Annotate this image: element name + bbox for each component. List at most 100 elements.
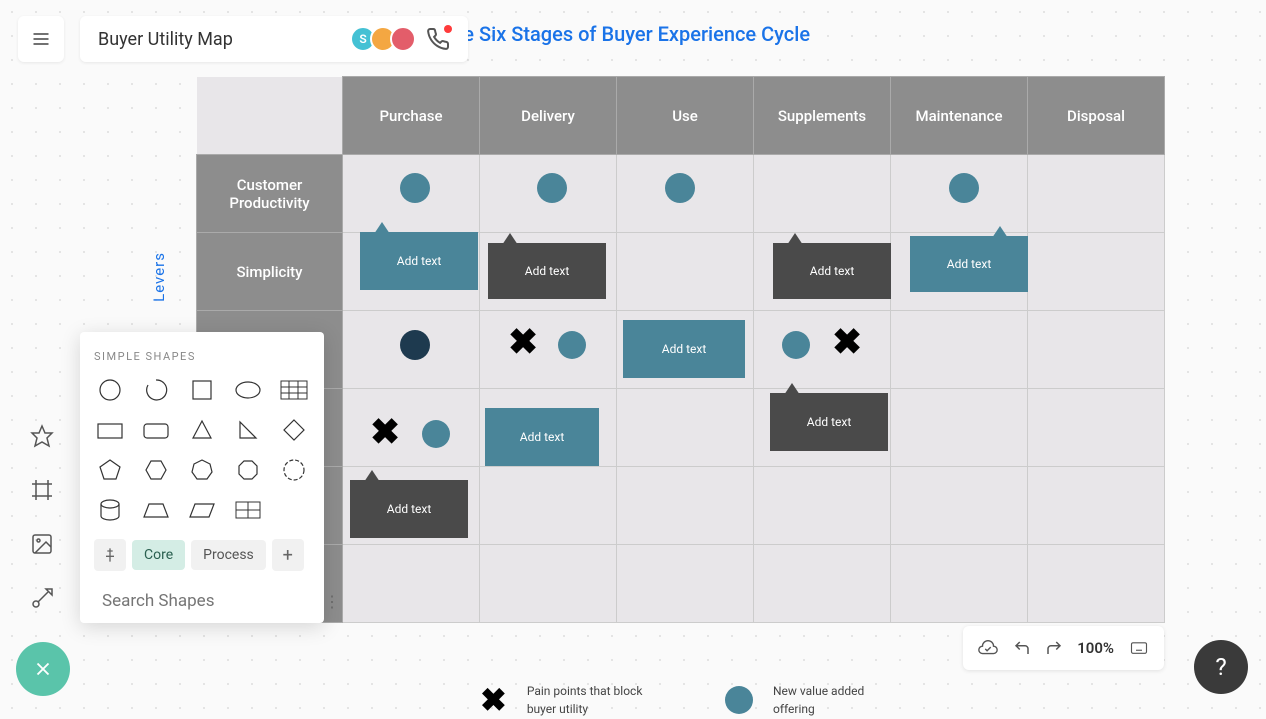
- cell[interactable]: [343, 545, 480, 623]
- shape-diamond[interactable]: [278, 417, 310, 443]
- sync-button[interactable]: [977, 637, 999, 659]
- undo-button[interactable]: [1013, 639, 1031, 657]
- cell[interactable]: [1028, 155, 1165, 233]
- note[interactable]: Add text: [623, 320, 745, 378]
- pain-point-marker[interactable]: ✖: [832, 324, 862, 360]
- cell[interactable]: [1028, 389, 1165, 467]
- redo-button[interactable]: [1045, 639, 1063, 657]
- title-bar: Buyer Utility Map S: [80, 16, 468, 62]
- note[interactable]: Add text: [360, 232, 478, 290]
- shape-nonagon[interactable]: [278, 457, 310, 483]
- matrix-corner: [197, 77, 343, 155]
- connector-tool[interactable]: [24, 580, 60, 616]
- shape-square[interactable]: [186, 377, 218, 403]
- tab-process[interactable]: Process: [191, 540, 266, 570]
- close-panel-button[interactable]: [16, 642, 70, 696]
- row-simplicity[interactable]: Simplicity: [197, 233, 343, 311]
- shape-cylinder[interactable]: [94, 497, 126, 523]
- offering-marker[interactable]: [422, 420, 450, 448]
- offering-marker[interactable]: [665, 173, 695, 203]
- shape-pentagon[interactable]: [94, 457, 126, 483]
- offering-marker[interactable]: [537, 173, 567, 203]
- col-use[interactable]: Use: [617, 77, 754, 155]
- more-options[interactable]: ⋮: [324, 592, 340, 611]
- col-supplements[interactable]: Supplements: [754, 77, 891, 155]
- note[interactable]: Add text: [488, 243, 606, 299]
- col-maintenance[interactable]: Maintenance: [891, 77, 1028, 155]
- shape-tabs: Core Process +: [94, 539, 310, 571]
- shape-grid-2[interactable]: [232, 497, 264, 523]
- cell[interactable]: [754, 467, 891, 545]
- cell[interactable]: [480, 545, 617, 623]
- cell[interactable]: [480, 467, 617, 545]
- cell[interactable]: [1028, 467, 1165, 545]
- offering-marker[interactable]: [782, 331, 810, 359]
- pain-point-marker[interactable]: ✖: [508, 324, 538, 360]
- shape-arc[interactable]: [140, 377, 172, 403]
- image-tool[interactable]: [24, 526, 60, 562]
- cell[interactable]: [1028, 545, 1165, 623]
- hamburger-icon: [31, 29, 51, 49]
- panel-header: SIMPLE SHAPES: [94, 350, 310, 363]
- search-input[interactable]: [102, 591, 324, 611]
- frame-tool[interactable]: [24, 472, 60, 508]
- note[interactable]: Add text: [910, 236, 1028, 292]
- cell[interactable]: [617, 467, 754, 545]
- pain-point-marker[interactable]: ✖: [370, 414, 400, 450]
- keyboard-button[interactable]: [1128, 639, 1150, 657]
- cell[interactable]: [891, 545, 1028, 623]
- cell[interactable]: [891, 311, 1028, 389]
- shape-hexagon[interactable]: [140, 457, 172, 483]
- menu-button[interactable]: [18, 16, 64, 62]
- offering-marker[interactable]: [558, 331, 586, 359]
- pin-button[interactable]: [94, 539, 126, 571]
- help-button[interactable]: ?: [1194, 640, 1248, 694]
- shape-triangle[interactable]: [186, 417, 218, 443]
- zoom-level[interactable]: 100%: [1077, 639, 1114, 657]
- cell[interactable]: [1028, 233, 1165, 311]
- left-toolbar: [24, 418, 60, 634]
- tab-core[interactable]: Core: [132, 540, 185, 570]
- shape-ellipse[interactable]: [232, 377, 264, 403]
- cell[interactable]: [754, 311, 891, 389]
- col-delivery[interactable]: Delivery: [480, 77, 617, 155]
- offering-marker[interactable]: [400, 330, 430, 360]
- cell[interactable]: [1028, 311, 1165, 389]
- add-tab-button[interactable]: +: [272, 539, 304, 571]
- col-purchase[interactable]: Purchase: [343, 77, 480, 155]
- shape-circle[interactable]: [94, 377, 126, 403]
- cell[interactable]: [891, 389, 1028, 467]
- cell[interactable]: [480, 311, 617, 389]
- shape-heptagon[interactable]: [186, 457, 218, 483]
- legend-offering-label: New value added offering: [773, 682, 893, 718]
- shape-right-triangle[interactable]: [232, 417, 264, 443]
- shape-search: ⋮: [94, 583, 310, 611]
- shapes-panel: SIMPLE SHAPES Core Process + ⋮: [80, 332, 324, 623]
- cell[interactable]: [617, 389, 754, 467]
- note[interactable]: Add text: [485, 408, 599, 466]
- shape-table[interactable]: [278, 377, 310, 403]
- col-disposal[interactable]: Disposal: [1028, 77, 1165, 155]
- note[interactable]: Add text: [773, 243, 891, 299]
- cell[interactable]: [754, 155, 891, 233]
- shape-trapezoid[interactable]: [140, 497, 172, 523]
- cell[interactable]: [617, 233, 754, 311]
- offering-marker[interactable]: [400, 173, 430, 203]
- cell[interactable]: [343, 389, 480, 467]
- document-title[interactable]: Buyer Utility Map: [98, 29, 233, 50]
- shape-parallelogram[interactable]: [186, 497, 218, 523]
- row-productivity[interactable]: Customer Productivity: [197, 155, 343, 233]
- shape-rectangle[interactable]: [94, 417, 126, 443]
- offering-marker[interactable]: [949, 173, 979, 203]
- cell[interactable]: [617, 545, 754, 623]
- note[interactable]: Add text: [350, 480, 468, 538]
- note[interactable]: Add text: [770, 393, 888, 451]
- shapes-tool[interactable]: [24, 418, 60, 454]
- call-button[interactable]: [426, 27, 450, 51]
- shape-rounded-rect[interactable]: [140, 417, 172, 443]
- shape-octagon[interactable]: [232, 457, 264, 483]
- cell[interactable]: [891, 467, 1028, 545]
- canvas-heading[interactable]: The Six Stages of Buyer Experience Cycle: [440, 22, 1266, 46]
- cell[interactable]: [754, 545, 891, 623]
- avatar-3[interactable]: [390, 26, 416, 52]
